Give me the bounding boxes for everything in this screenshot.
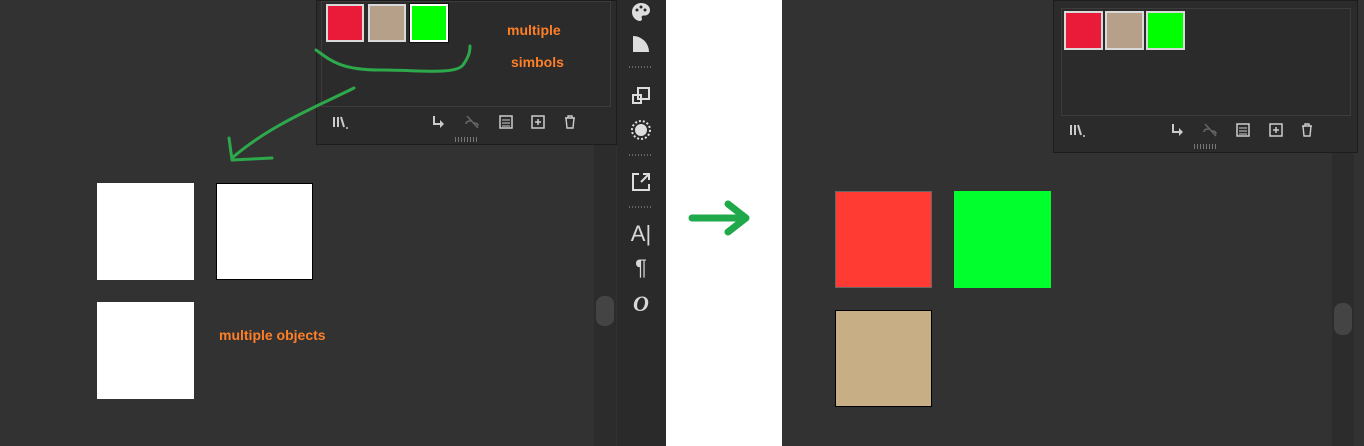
- libraries-icon[interactable]: [1068, 121, 1086, 139]
- object-square-3[interactable]: [97, 302, 194, 399]
- symbols-panel-right: [1053, 0, 1358, 153]
- place-symbol-icon[interactable]: [1169, 121, 1187, 139]
- tool-strip: A| ¶ O: [617, 0, 666, 446]
- delete-icon[interactable]: [1298, 121, 1316, 139]
- annotation-arrow-stroke: [230, 86, 356, 160]
- strip-separator: [629, 206, 653, 208]
- symbol-swatch-green[interactable]: [1146, 11, 1185, 50]
- symbol-options-icon[interactable]: [1234, 121, 1252, 139]
- transform-icon[interactable]: [629, 84, 653, 108]
- object-square-red[interactable]: [835, 191, 932, 288]
- appearance-icon[interactable]: [629, 118, 653, 142]
- character-icon[interactable]: A|: [629, 222, 653, 246]
- symbol-swatch-red[interactable]: [1064, 11, 1103, 50]
- new-symbol-icon[interactable]: [1267, 121, 1285, 139]
- break-link-icon: [1201, 121, 1219, 139]
- palette-icon[interactable]: [629, 0, 653, 24]
- gradient-icon[interactable]: [629, 32, 653, 56]
- export-icon[interactable]: [629, 170, 653, 194]
- panel-resize-grip[interactable]: [1194, 144, 1218, 149]
- right-scrollbar-track[interactable]: [1332, 153, 1354, 446]
- arrow-right-icon: [688, 200, 750, 236]
- object-square-1[interactable]: [97, 183, 194, 280]
- right-scrollbar-thumb[interactable]: [1334, 303, 1352, 335]
- annotation-underline-stroke: [314, 44, 472, 73]
- object-square-2[interactable]: [216, 183, 313, 280]
- strip-separator: [629, 66, 653, 68]
- opentype-icon[interactable]: O: [629, 292, 653, 316]
- object-square-tan[interactable]: [835, 310, 932, 407]
- symbol-swatch-tan[interactable]: [1105, 11, 1144, 50]
- paragraph-icon[interactable]: ¶: [629, 256, 653, 280]
- strip-separator: [629, 154, 653, 156]
- object-square-green[interactable]: [954, 191, 1051, 288]
